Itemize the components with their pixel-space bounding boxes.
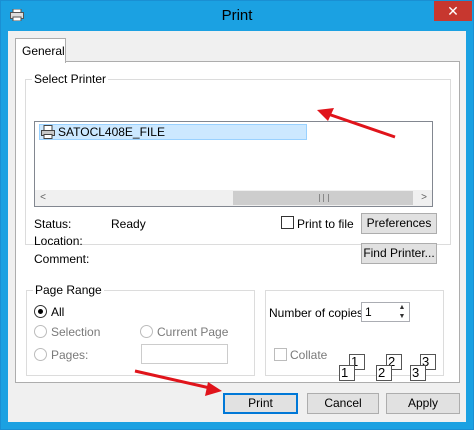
annotation-arrow-icon <box>317 108 396 139</box>
tab-general-label: General <box>22 44 65 58</box>
tab-general[interactable]: General <box>15 38 66 63</box>
annotation-arrow-icon <box>134 369 222 396</box>
annotation-arrows <box>134 108 396 396</box>
